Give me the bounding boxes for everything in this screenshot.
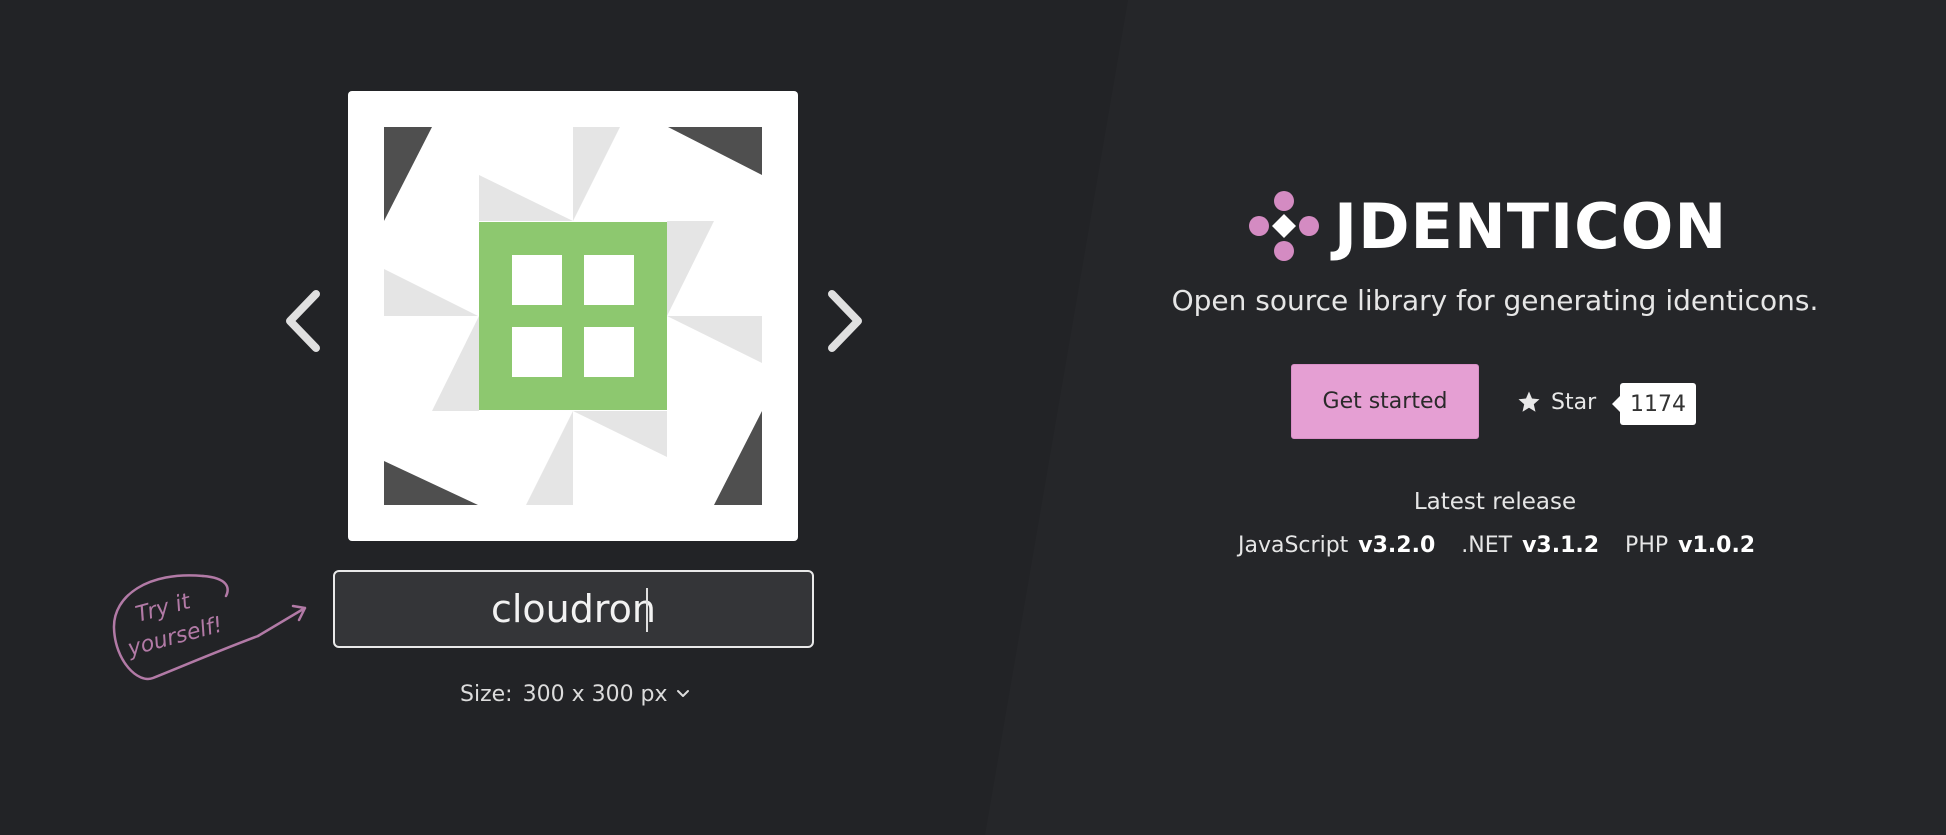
release-lang: PHP (1625, 532, 1669, 558)
latest-release-title: Latest release (1413, 489, 1577, 515)
star-count-badge[interactable]: 1174 (1612, 383, 1696, 425)
release-dotnet[interactable]: .NET v3.1.2 (1461, 533, 1599, 558)
size-row: Size: 300 x 300 px (460, 677, 690, 711)
release-lang: .NET (1461, 532, 1513, 558)
identicon-image (384, 127, 762, 505)
github-star-button[interactable]: Star (1517, 385, 1596, 419)
text-caret (646, 588, 648, 632)
release-version: v3.1.2 (1522, 532, 1600, 558)
chevron-down-icon (676, 690, 689, 697)
brand-name: JDENTICON (1334, 189, 1728, 263)
identicon-value-input[interactable] (333, 570, 814, 648)
release-list: JavaScript v3.2.0 .NET v3.1.2 PHP v1.0.2 (1238, 528, 1781, 562)
release-version: v1.0.2 (1678, 532, 1756, 558)
jdenticon-logo-icon (1249, 191, 1319, 261)
release-php[interactable]: PHP v1.0.2 (1625, 533, 1755, 558)
star-label: Star (1551, 389, 1597, 415)
release-version: v3.2.0 (1358, 532, 1436, 558)
get-started-button[interactable]: Get started (1291, 364, 1479, 439)
size-select[interactable]: 300 x 300 px (523, 682, 690, 707)
next-icon-button[interactable] (824, 288, 868, 354)
release-lang: JavaScript (1238, 532, 1349, 558)
size-value: 300 x 300 px (522, 681, 668, 707)
star-icon (1518, 391, 1540, 412)
release-javascript[interactable]: JavaScript v3.2.0 (1238, 533, 1435, 558)
try-it-yourself-note: Try it yourself! (112, 574, 307, 681)
previous-icon-button[interactable] (280, 288, 324, 354)
brand-logo: JDENTICON (1248, 189, 1728, 263)
identicon-preview (348, 91, 798, 541)
size-label: Size: (460, 681, 513, 707)
tagline: Open source library for generating ident… (1171, 284, 1819, 317)
